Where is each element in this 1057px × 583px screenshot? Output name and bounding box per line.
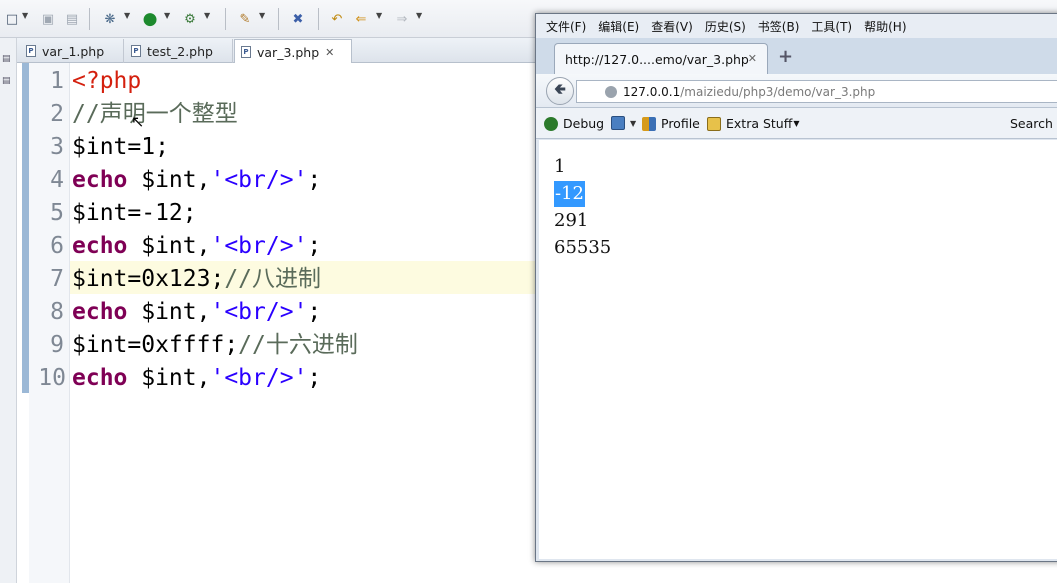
line-number: 7 xyxy=(50,266,64,292)
output-line: 291 xyxy=(554,210,589,231)
line-number: 3 xyxy=(50,134,64,160)
bookmarks-toolbar: Debug ▼ Profile Extra Stuff ▼ Search f xyxy=(536,108,1057,139)
line-number: 1 xyxy=(50,68,64,94)
code-line: <?php xyxy=(72,68,142,94)
tab-var-3[interactable]: P var_3.php ✕ xyxy=(234,39,352,64)
debug-dropdown-icon[interactable]: ▼ xyxy=(124,11,130,20)
code-line: echo $int,'<br/>'; xyxy=(72,167,322,193)
tab-test-2[interactable]: P test_2.php xyxy=(125,39,233,63)
globe-icon xyxy=(605,85,617,98)
toolbar-separator xyxy=(89,8,90,30)
line-number-gutter: 1 2 3 4 5 6 7 8 9 10 xyxy=(29,63,70,583)
back-icon[interactable]: ⇐ xyxy=(351,9,371,29)
toolbar-separator xyxy=(318,8,319,30)
save-all-icon[interactable]: ▤ xyxy=(62,9,82,29)
back-dropdown-icon[interactable]: ▼ xyxy=(376,11,382,20)
url-host: 127.0.0.1 xyxy=(623,84,681,99)
php-file-icon: P xyxy=(131,45,141,57)
window-icon xyxy=(611,116,625,130)
menu-history[interactable]: 历史(S) xyxy=(705,18,746,35)
menu-tools[interactable]: 工具(T) xyxy=(811,18,852,35)
run-icon[interactable]: ● xyxy=(140,9,160,29)
code-line: echo $int,'<br/>'; xyxy=(72,233,322,259)
menu-view[interactable]: 查看(V) xyxy=(651,18,693,35)
tab-label: test_2.php xyxy=(147,43,213,59)
php-file-icon: P xyxy=(26,45,36,57)
ide-side-strip: ▤ ▤ xyxy=(0,38,17,583)
toolbar-separator xyxy=(225,8,226,30)
menu-bookmarks[interactable]: 书签(B) xyxy=(758,18,800,35)
external-tools-icon[interactable]: ⚙ xyxy=(180,9,200,29)
page-viewport[interactable]: 1 -12 291 65535 xyxy=(539,140,1057,559)
toolbar-separator xyxy=(278,8,279,30)
browser-tab-strip: http://127.0....emo/var_3.php ✕ + xyxy=(536,38,1057,74)
navigation-bar: 127.0.0.1/maiziedu/php3/demo/var_3.php 🢀 xyxy=(536,74,1057,108)
line-number: 4 xyxy=(50,167,64,193)
close-icon[interactable]: ✕ xyxy=(748,52,757,65)
debug-icon[interactable]: ❋ xyxy=(100,9,120,29)
view-icon[interactable]: ▤ xyxy=(2,76,14,88)
code-line: echo $int,'<br/>'; xyxy=(72,365,322,391)
php-file-icon: P xyxy=(241,46,251,58)
output-line: 65535 xyxy=(554,237,612,258)
code-line: $int=0xffff;//十六进制 xyxy=(72,332,358,358)
output-line-selected: -12 xyxy=(554,181,585,207)
tab-close-icon[interactable]: ✕ xyxy=(325,46,334,59)
profile-icon xyxy=(642,116,656,131)
dropdown-icon: ▼ xyxy=(630,118,637,128)
last-edit-icon[interactable]: ↶ xyxy=(327,9,347,29)
url-path: /maiziedu/php3/demo/var_3.php xyxy=(680,84,876,99)
build-icon[interactable]: ✎ xyxy=(235,9,255,29)
external-tools-dropdown-icon[interactable]: ▼ xyxy=(204,11,210,20)
dropdown-icon: ▼ xyxy=(793,119,800,128)
tab-label: var_1.php xyxy=(42,43,105,59)
new-dropdown-icon[interactable]: ▼ xyxy=(22,11,28,20)
profile-bookmark[interactable]: Profile xyxy=(642,116,700,131)
line-number: 8 xyxy=(50,299,64,325)
menu-file[interactable]: 文件(F) xyxy=(546,18,586,35)
code-line: $int=1; xyxy=(72,134,169,160)
line-number: 6 xyxy=(50,233,64,259)
code-line: //声明一个整型 xyxy=(72,101,238,127)
forward-dropdown-icon[interactable]: ▼ xyxy=(416,11,422,20)
code-line: echo $int,'<br/>'; xyxy=(72,299,322,325)
search-bookmark[interactable]: Search f xyxy=(1010,116,1057,131)
new-icon[interactable]: □ xyxy=(2,9,22,29)
code-line: $int=-12; xyxy=(72,200,197,226)
view-icon[interactable]: ▤ xyxy=(2,54,14,66)
line-number: 5 xyxy=(50,200,64,226)
output-line: 1 xyxy=(554,156,566,177)
tab-label: var_3.php xyxy=(257,44,320,60)
skip-breakpoints-icon[interactable]: ✖ xyxy=(288,9,308,29)
bug-icon xyxy=(544,116,558,131)
extra-stuff-icon xyxy=(707,116,721,131)
browser-menu-bar: 文件(F) 编辑(E) 查看(V) 历史(S) 书签(B) 工具(T) 帮助(H… xyxy=(536,14,1057,38)
line-number: 10 xyxy=(38,365,66,391)
mouse-cursor-icon: ↖ xyxy=(131,112,145,131)
toolbar-icon-button[interactable]: ▼ xyxy=(611,116,636,130)
build-dropdown-icon[interactable]: ▼ xyxy=(259,11,265,20)
run-dropdown-icon[interactable]: ▼ xyxy=(164,11,170,20)
code-line: $int=0x123;//八进制 xyxy=(72,266,322,292)
menu-help[interactable]: 帮助(H) xyxy=(864,18,906,35)
line-number: 9 xyxy=(50,332,64,358)
debug-bookmark[interactable]: Debug xyxy=(544,116,604,131)
forward-icon[interactable]: ⇒ xyxy=(392,9,412,29)
menu-edit[interactable]: 编辑(E) xyxy=(598,18,639,35)
save-icon[interactable]: ▣ xyxy=(38,9,58,29)
browser-window: 文件(F) 编辑(E) 查看(V) 历史(S) 书签(B) 工具(T) 帮助(H… xyxy=(535,13,1057,562)
back-arrow-icon: 🢀 xyxy=(553,79,567,98)
tab-var-1[interactable]: P var_1.php xyxy=(20,39,124,63)
browser-tab[interactable]: http://127.0....emo/var_3.php ✕ xyxy=(554,43,768,74)
line-number: 2 xyxy=(50,101,64,127)
change-ruler xyxy=(22,63,29,393)
url-bar[interactable]: 127.0.0.1/maiziedu/php3/demo/var_3.php xyxy=(576,80,1057,103)
new-tab-button[interactable]: + xyxy=(778,46,793,67)
extra-stuff-bookmark[interactable]: Extra Stuff ▼ xyxy=(707,116,800,131)
back-button[interactable]: 🢀 xyxy=(546,77,574,105)
browser-tab-title: http://127.0....emo/var_3.php xyxy=(565,51,749,67)
